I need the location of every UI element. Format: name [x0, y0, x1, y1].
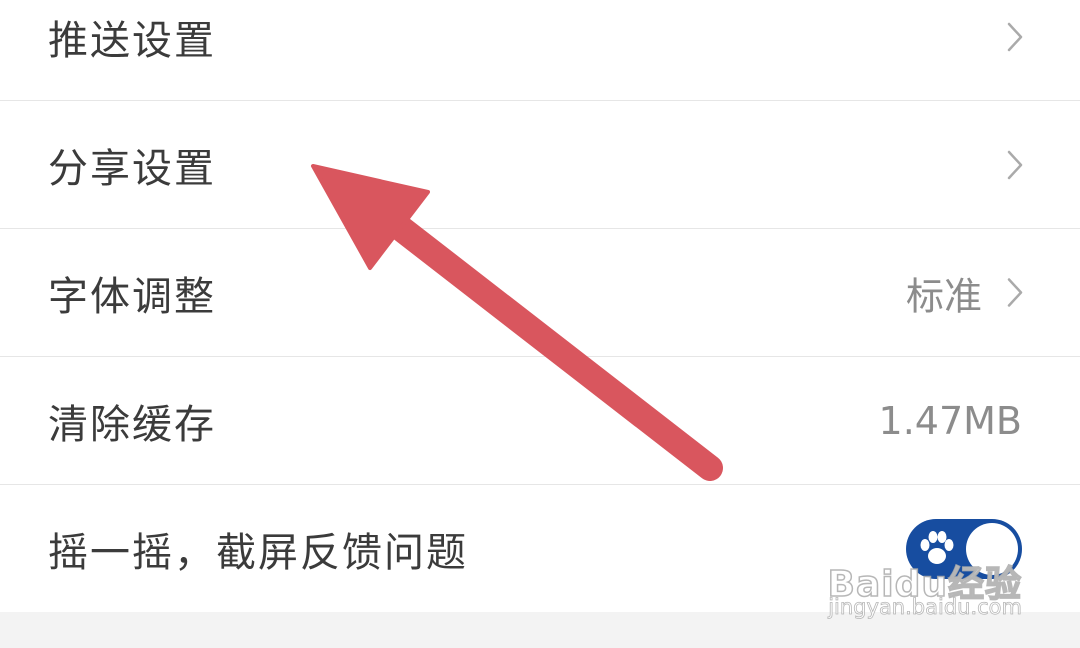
settings-item-label: 清除缓存	[48, 401, 216, 448]
toggle-knob	[966, 523, 1018, 575]
settings-item-share[interactable]: 分享设置	[0, 101, 1080, 229]
settings-list: 推送设置 分享设置 字体调整 标准 清除缓存 1.47MB 摇一摇，截屏反馈问题	[0, 0, 1080, 612]
settings-item-right	[1006, 21, 1024, 53]
paw-icon	[914, 525, 960, 575]
chevron-right-icon	[1006, 277, 1024, 309]
chevron-right-icon	[1006, 149, 1024, 181]
settings-item-font-size[interactable]: 字体调整 标准	[0, 229, 1080, 357]
shake-feedback-toggle[interactable]	[906, 519, 1022, 579]
settings-item-clear-cache[interactable]: 清除缓存 1.47MB	[0, 357, 1080, 485]
settings-item-label: 分享设置	[48, 145, 216, 192]
settings-item-label: 字体调整	[48, 273, 216, 320]
font-size-value: 标准	[905, 274, 982, 318]
settings-item-label: 推送设置	[48, 17, 216, 64]
settings-item-shake-feedback: 摇一摇，截屏反馈问题	[0, 485, 1080, 613]
cache-size-value: 1.47MB	[878, 398, 1022, 443]
settings-item-push[interactable]: 推送设置	[0, 0, 1080, 101]
settings-item-right: 1.47MB	[879, 399, 1022, 443]
chevron-right-icon	[1006, 21, 1024, 53]
settings-item-label: 摇一摇，截屏反馈问题	[48, 530, 468, 576]
settings-item-right	[1006, 149, 1024, 181]
settings-item-right: 标准	[906, 265, 1024, 320]
